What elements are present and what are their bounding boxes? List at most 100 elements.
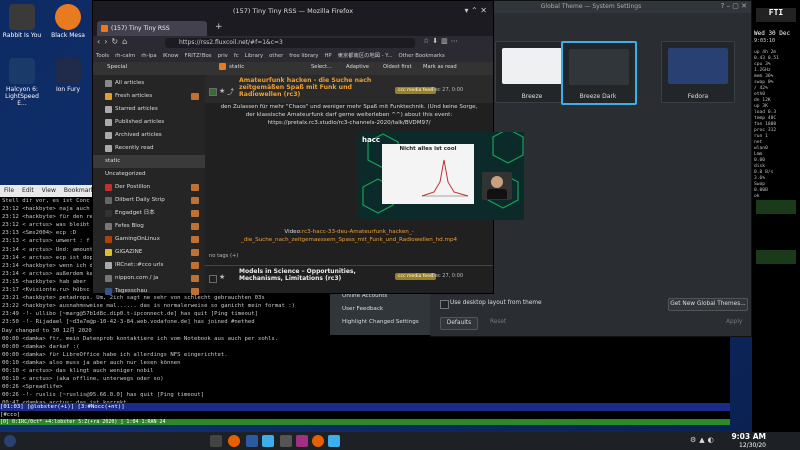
theme-label-breeze-dark: Breeze Dark xyxy=(579,93,617,100)
feed-item[interactable]: Tagesschau xyxy=(93,285,205,298)
tab-ttrss[interactable]: (157) Tiny Tiny RSS xyxy=(97,21,207,36)
menu-edit[interactable]: Edit xyxy=(22,187,34,194)
get-new-themes-button[interactable]: Get New Global Themes... xyxy=(668,298,748,311)
feed-item[interactable]: Der Postillon xyxy=(93,181,205,194)
feed-label: Engadget 日本 xyxy=(115,210,155,216)
conky-time: 9:03:10 xyxy=(754,38,776,44)
firefox-window-icon[interactable] xyxy=(312,435,324,447)
article-divider xyxy=(205,265,493,266)
category-static[interactable]: static xyxy=(93,155,205,168)
feed-item[interactable]: Fefes Blog xyxy=(93,220,205,233)
system-settings-icon[interactable] xyxy=(280,435,292,447)
dolphin-icon[interactable] xyxy=(246,435,258,447)
bookmark-item[interactable]: Other Bookmarks xyxy=(399,53,445,59)
firefox-titlebar: (157) Tiny Tiny RSS — Mozilla Firefox ▾ … xyxy=(93,1,493,21)
feed-item[interactable]: Engadget 日本 xyxy=(93,207,205,220)
star-icon xyxy=(105,106,112,113)
feed-item[interactable]: Dilbert Daily Strip xyxy=(93,194,205,207)
irc-input-line[interactable]: [#cco] xyxy=(0,411,730,419)
bookmark-item[interactable]: iKnow xyxy=(163,53,179,59)
article-title[interactable]: Amateurfunk hacken - die Suche nach zeit… xyxy=(239,77,379,98)
video-thumbnail[interactable]: hacc Nicht alles ist cool xyxy=(358,128,524,220)
bookmark-item[interactable]: FRITZ!Box xyxy=(185,53,212,59)
mark-read-button[interactable]: Mark as read xyxy=(423,64,457,70)
url-bar[interactable]: https://rss2.fluxcoil.net/#f=1&c=3 xyxy=(165,38,415,48)
window-icon[interactable] xyxy=(210,435,222,447)
desktop-icon-ionfury[interactable]: Ion Fury xyxy=(46,58,90,93)
bookmark-item[interactable]: Library xyxy=(245,53,264,59)
irc-line: 00:00 <damka> darkaf :( xyxy=(2,343,80,350)
category-uncategorized[interactable]: Uncategorized xyxy=(93,168,205,181)
bookmark-item[interactable]: fc xyxy=(234,53,239,59)
menu-file[interactable]: File xyxy=(4,187,14,194)
feed-icon xyxy=(105,262,112,269)
game-icon xyxy=(9,58,35,84)
feed-published-articles[interactable]: Published articles xyxy=(93,116,205,129)
feed-all-articles[interactable]: All articles xyxy=(93,77,205,90)
feed-recently-read[interactable]: Recently read xyxy=(93,142,205,155)
apply-button[interactable]: Apply xyxy=(726,319,742,325)
nav-user-feedback[interactable]: User Feedback xyxy=(330,303,430,316)
bookmark-item[interactable]: free library xyxy=(289,53,318,59)
tray-icons[interactable]: ⚙▲◐ xyxy=(690,436,717,444)
article-checkbox[interactable] xyxy=(209,275,217,283)
toolbar-special[interactable]: Special xyxy=(107,64,127,70)
unread-count xyxy=(191,210,199,217)
nav-highlight-changed[interactable]: Highlight Changed Settings xyxy=(330,316,430,329)
article-title[interactable]: Models in Science – Opportunities, Mecha… xyxy=(239,268,389,282)
star-icon[interactable]: ★ xyxy=(219,273,225,281)
view-mode-select[interactable]: Adaptive xyxy=(346,64,369,70)
fedora-launcher-icon[interactable] xyxy=(4,435,16,447)
desktop-icon-label: Black Mesa xyxy=(51,32,85,39)
bookmark-item[interactable]: rh-ipa xyxy=(141,53,156,59)
feed-icon xyxy=(105,249,112,256)
feed-icon xyxy=(105,210,112,217)
select-menu[interactable]: Select... xyxy=(311,64,332,70)
bookmark-item[interactable]: priv xyxy=(218,53,228,59)
firefox-icon[interactable] xyxy=(228,435,240,447)
desktop-icon-blackmesa[interactable]: Black Mesa xyxy=(46,4,90,39)
rss-icon xyxy=(105,119,112,126)
bookmark-item[interactable]: other xyxy=(269,53,283,59)
menu-view[interactable]: View xyxy=(42,187,56,194)
article-event-link[interactable]: https://pretalx.rc3.studio/rc3-channels-… xyxy=(205,119,493,127)
video-link-line2[interactable]: _die_Suche_nach_zeitgemaessem_Spass_mit_… xyxy=(205,236,493,244)
order-select[interactable]: Oldest first xyxy=(383,64,412,70)
bookmark-item[interactable]: 東京都南区の地図 - Y... xyxy=(338,53,393,59)
settings-window-icon[interactable] xyxy=(328,435,340,447)
feed-label: All articles xyxy=(115,80,145,86)
desktop-layout-checkbox[interactable] xyxy=(440,300,449,309)
star-icon[interactable]: ★ xyxy=(219,87,225,95)
feed-item[interactable]: GIGAZINE xyxy=(93,246,205,259)
defaults-button[interactable]: Defaults xyxy=(440,317,478,330)
terminal-icon[interactable] xyxy=(262,435,274,447)
video-link-line1[interactable]: Video:rc3-hacc-33-deu-Amateurfunk_hacken… xyxy=(205,228,493,236)
desktop-icon-rabbit[interactable]: Rabbit Is You xyxy=(0,4,44,39)
bookmark-item[interactable]: Tools xyxy=(96,53,109,59)
new-tab-icon[interactable]: + xyxy=(215,22,223,32)
window-controls[interactable]: ? – ▢ ✕ xyxy=(721,2,747,10)
article-checkbox[interactable] xyxy=(209,88,217,96)
share-icon[interactable]: ⤴ xyxy=(227,87,234,97)
feed-archived-articles[interactable]: Archived articles xyxy=(93,129,205,142)
reset-button[interactable]: Reset xyxy=(490,319,506,325)
article-date: Dec 27, 0:00 xyxy=(431,273,464,279)
feed-item[interactable]: GamingOnLinux xyxy=(93,233,205,246)
feed-fresh-articles[interactable]: Fresh articles xyxy=(93,90,205,103)
video-link[interactable]: rc3-hacc-33-deu-Amateurfunk_hacken_- xyxy=(302,229,414,235)
feed-item[interactable]: IRCnet::#cco urls xyxy=(93,259,205,272)
bookmark-item[interactable]: HP xyxy=(324,53,331,59)
article-tags[interactable]: no tags (+) xyxy=(209,253,238,259)
unread-count xyxy=(191,275,199,282)
app-icon[interactable] xyxy=(296,435,308,447)
desktop-icon-halcyon[interactable]: Halcyon 6: LightSpeed E... xyxy=(0,58,44,107)
feed-item[interactable]: nippon.com / ja xyxy=(93,272,205,285)
bookmark-item[interactable]: rh-calm xyxy=(115,53,135,59)
settings-footer: Use desktop layout from theme Get New Gl… xyxy=(430,292,750,335)
toolbar-icons[interactable]: ☆⬇▥⋯ xyxy=(423,37,461,45)
clock[interactable]: 9:03 AM 12/30/20 xyxy=(720,432,766,450)
window-controls[interactable]: ▾ ⌃ ✕ xyxy=(464,6,487,15)
unread-count xyxy=(191,288,199,295)
feed-starred-articles[interactable]: Starred articles xyxy=(93,103,205,116)
nav-buttons[interactable]: ‹›↻⌂ xyxy=(97,37,131,46)
